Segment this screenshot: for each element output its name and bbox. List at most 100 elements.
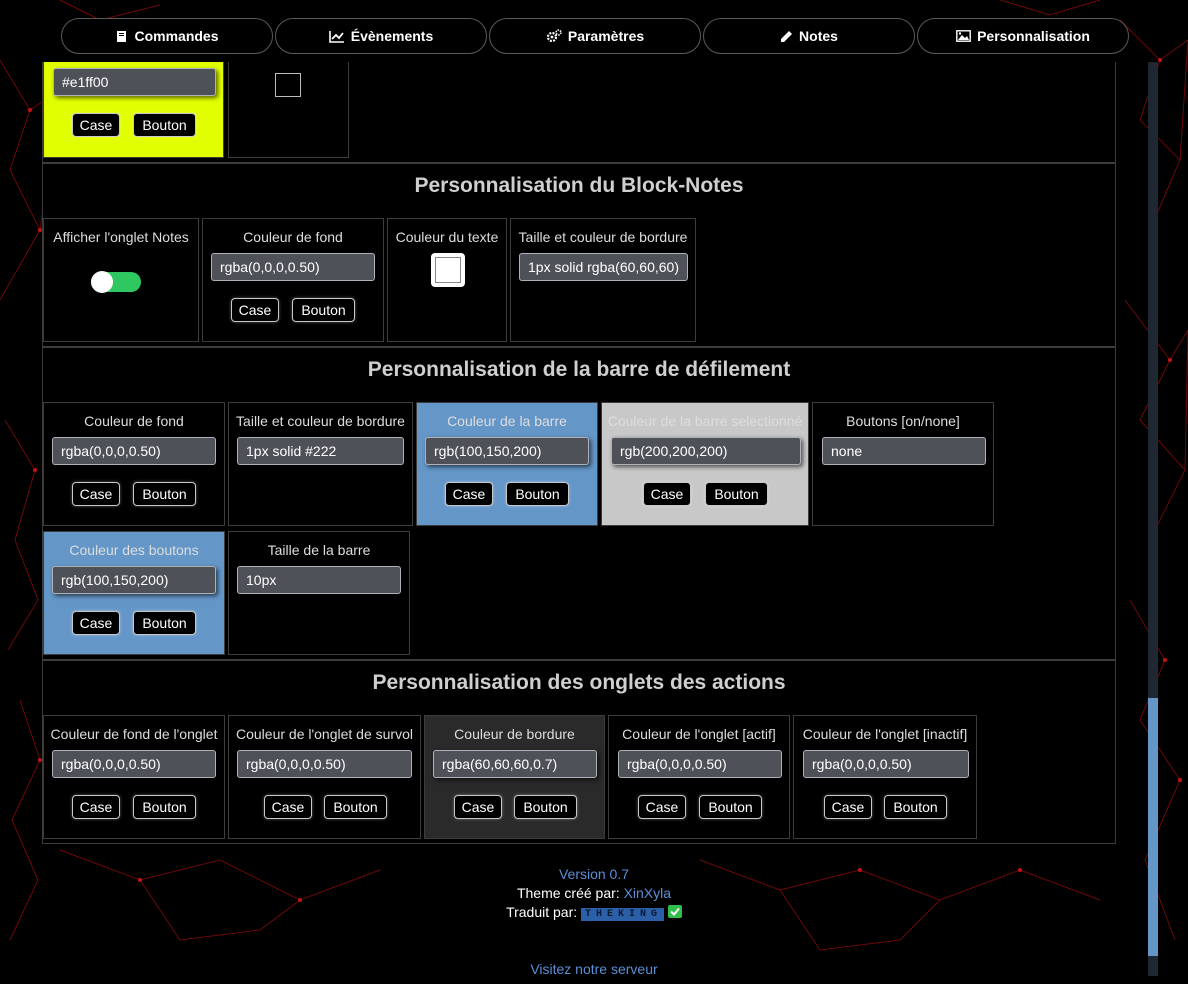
card-label: Couleur de fond [243,229,343,245]
card-scroll-bar-selected: Couleur de la barre selectionné rgb(200,… [601,402,809,526]
section-title-scrollbar: Personnalisation de la barre de défileme… [367,358,791,381]
tab-label: Paramètres [567,28,645,44]
card-show-notes-tab: Afficher l'onglet Notes [43,218,199,342]
case-button[interactable]: Case [638,795,686,819]
card-tab-hover: Couleur de l'onglet de survol rgba(0,0,0… [228,715,421,839]
tab-parametres[interactable]: Paramètres [489,18,701,54]
card-scroll-size: Taille de la barre 10px [228,531,410,655]
card-label: Couleur des boutons [69,542,199,558]
case-button[interactable]: Case [72,482,120,506]
tab-commandes[interactable]: Commandes [61,18,273,54]
color-swatch[interactable] [275,73,301,97]
card-label: Boutons [on/none] [846,413,960,429]
card-label: Couleur de fond [84,413,184,429]
image-icon [956,30,971,42]
scrollbar-thumb[interactable] [1148,698,1158,956]
card-label: Couleur de fond de l'onglet [50,726,218,742]
bouton-button[interactable]: Bouton [699,795,762,819]
card-scroll-border: Taille et couleur de bordure 1px solid #… [228,402,413,526]
buttons-input[interactable]: none [822,437,986,465]
tab-label: Commandes [134,28,219,44]
card-notes-border: Taille et couleur de bordure 1px solid r… [510,218,696,342]
card-label: Couleur de l'onglet [actif] [622,726,776,742]
bouton-button[interactable]: Bouton [292,298,355,322]
bouton-button[interactable]: Bouton [514,795,577,819]
color-input[interactable]: rgba(0,0,0,0.50) [52,750,216,778]
bouton-button[interactable]: Bouton [133,795,196,819]
tab-label: Évènements [350,28,434,44]
section-title-tabs: Personnalisation des onglets des actions [372,671,786,694]
card-scroll-btn-color: Couleur des boutons rgb(100,150,200) Cas… [43,531,225,655]
bouton-button[interactable]: Bouton [705,482,768,506]
color-card-partial: #e1ff00 Case Bouton [43,62,224,158]
bouton-button[interactable]: Bouton [133,113,196,137]
bouton-button[interactable]: Bouton [506,482,569,506]
color-input[interactable]: rgb(100,150,200) [425,437,589,465]
tab-label: Notes [799,28,838,44]
card-label: Couleur de bordure [454,726,575,742]
card-label: Couleur de la barre [447,413,567,429]
card-label: Couleur de la barre selectionné [607,413,803,429]
card-label: Couleur de l'onglet de survol [235,726,413,742]
bouton-button[interactable]: Bouton [884,795,947,819]
color-input[interactable]: rgb(200,200,200) [611,437,801,465]
card-label: Taille de la barre [267,542,371,558]
color-input[interactable]: rgba(0,0,0,0.50) [237,750,412,778]
notes-tab-toggle[interactable] [91,271,141,293]
tab-evenements[interactable]: Évènements [275,18,487,54]
case-button[interactable]: Case [72,795,120,819]
color-swatch[interactable] [431,253,465,287]
card-label: Taille et couleur de bordure [518,229,688,245]
translated-by-label: Traduit par: [506,904,582,920]
case-button[interactable]: Case [824,795,872,819]
tab-personnalisation[interactable]: Personnalisation [917,18,1129,54]
author-link[interactable]: XinXyla [624,885,671,901]
case-button[interactable]: Case [72,113,120,137]
bouton-button[interactable]: Bouton [133,482,196,506]
created-by-label: Theme créé par: [516,885,624,901]
card-tab-active: Couleur de l'onglet [actif] rgba(0,0,0,0… [608,715,790,839]
card-label: Couleur du texte [395,229,499,245]
card-label: Afficher l'onglet Notes [53,229,189,245]
card-label: Couleur de l'onglet [inactif] [802,726,968,742]
card-scroll-buttons: Boutons [on/none] none [812,402,994,526]
server-link[interactable]: Visitez notre serveur [530,961,657,977]
color-input[interactable]: rgba(0,0,0,0.50) [52,437,216,465]
card-notes-text-color: Couleur du texte [387,218,507,342]
tab-label: Personnalisation [977,28,1090,44]
card-label: Taille et couleur de bordure [236,413,405,429]
card-tab-border: Couleur de bordure rgba(60,60,60,0.7) Ca… [424,715,605,839]
case-button[interactable]: Case [445,482,493,506]
case-button[interactable]: Case [264,795,312,819]
color-swatch-card-partial [228,62,349,158]
case-button[interactable]: Case [72,611,120,635]
translator-badge[interactable]: THEKING [581,908,665,921]
color-input[interactable]: rgb(100,150,200) [52,566,216,594]
case-button[interactable]: Case [643,482,691,506]
case-button[interactable]: Case [231,298,279,322]
color-input[interactable]: rgba(60,60,60,0.7) [433,750,597,778]
case-button[interactable]: Case [454,795,502,819]
bouton-button[interactable]: Bouton [324,795,387,819]
version-link[interactable]: Version 0.7 [559,866,629,882]
card-tab-inactive: Couleur de l'onglet [inactif] rgba(0,0,0… [793,715,977,839]
color-input[interactable]: rgba(0,0,0,0.50) [211,253,375,281]
color-input[interactable]: rgba(0,0,0,0.50) [618,750,782,778]
pencil-icon [780,30,793,43]
color-input[interactable]: rgba(0,0,0,0.50) [803,750,969,778]
border-input[interactable]: 1px solid #222 [237,437,404,465]
bouton-button[interactable]: Bouton [133,611,196,635]
book-icon [115,30,128,43]
gears-icon [546,29,562,43]
card-scroll-bar-color: Couleur de la barre rgb(100,150,200) Cas… [416,402,598,526]
color-input[interactable]: #e1ff00 [53,68,216,96]
card-scroll-bg: Couleur de fond rgba(0,0,0,0.50) Case Bo… [43,402,225,526]
check-icon [667,905,682,918]
section-title-notes: Personnalisation du Block-Notes [414,174,744,197]
card-tab-bg: Couleur de fond de l'onglet rgba(0,0,0,0… [43,715,225,839]
size-input[interactable]: 10px [237,566,401,594]
card-notes-bg: Couleur de fond rgba(0,0,0,0.50) Case Bo… [202,218,384,342]
border-input[interactable]: 1px solid rgba(60,60,60) [519,253,688,281]
line-chart-icon [328,30,345,43]
tab-notes[interactable]: Notes [703,18,915,54]
